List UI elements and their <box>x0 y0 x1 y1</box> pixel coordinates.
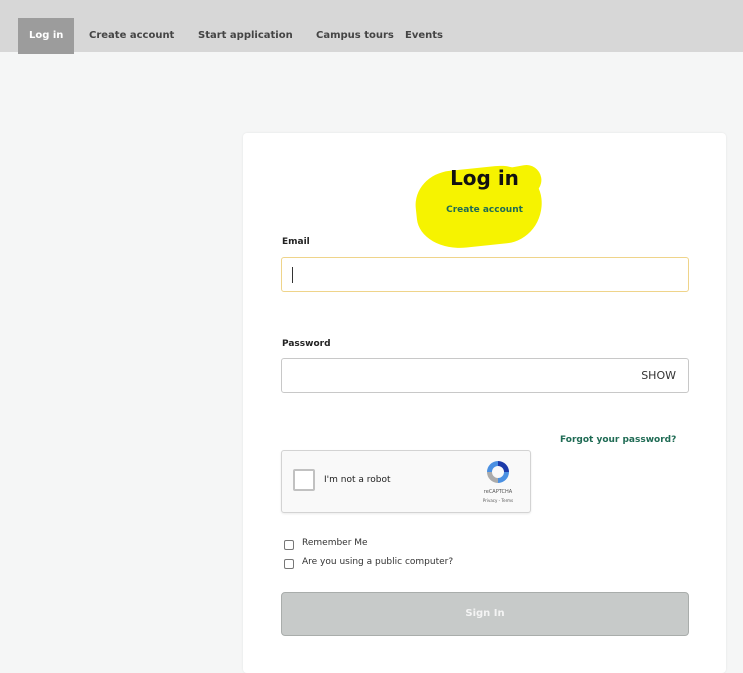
password-field[interactable]: SHOW <box>281 358 689 393</box>
top-nav: Log in Create account Start application … <box>0 0 743 54</box>
recaptcha-terms[interactable]: Privacy - Terms <box>472 498 524 503</box>
public-computer-checkbox[interactable] <box>284 559 294 569</box>
recaptcha-label: I'm not a robot <box>324 475 391 485</box>
create-account-link[interactable]: Create account <box>243 205 726 215</box>
remember-me-label: Remember Me <box>302 538 368 548</box>
forgot-password-link[interactable]: Forgot your password? <box>560 435 676 445</box>
sign-in-button[interactable]: Sign In <box>281 592 689 636</box>
recaptcha-checkbox[interactable] <box>293 469 315 491</box>
email-label: Email <box>282 237 310 247</box>
recaptcha-widget: I'm not a robot reCAPTCHA Privacy - Term… <box>281 450 531 513</box>
nav-item-events[interactable]: Events <box>405 18 443 54</box>
text-caret <box>292 267 293 283</box>
public-computer-label: Are you using a public computer? <box>302 557 454 567</box>
recaptcha-brand: reCAPTCHA <box>483 489 513 495</box>
recaptcha-icon <box>487 461 509 483</box>
remember-me-checkbox[interactable] <box>284 540 294 550</box>
password-label: Password <box>282 339 331 349</box>
nav-item-log-in[interactable]: Log in <box>18 18 75 54</box>
nav-item-create-account[interactable]: Create account <box>89 18 174 54</box>
show-password-button[interactable]: SHOW <box>641 369 676 382</box>
nav-item-start-application[interactable]: Start application <box>198 18 293 54</box>
nav-item-campus-tours[interactable]: Campus tours <box>316 18 394 54</box>
email-field[interactable] <box>281 257 689 292</box>
page-title: Log in <box>450 166 519 190</box>
